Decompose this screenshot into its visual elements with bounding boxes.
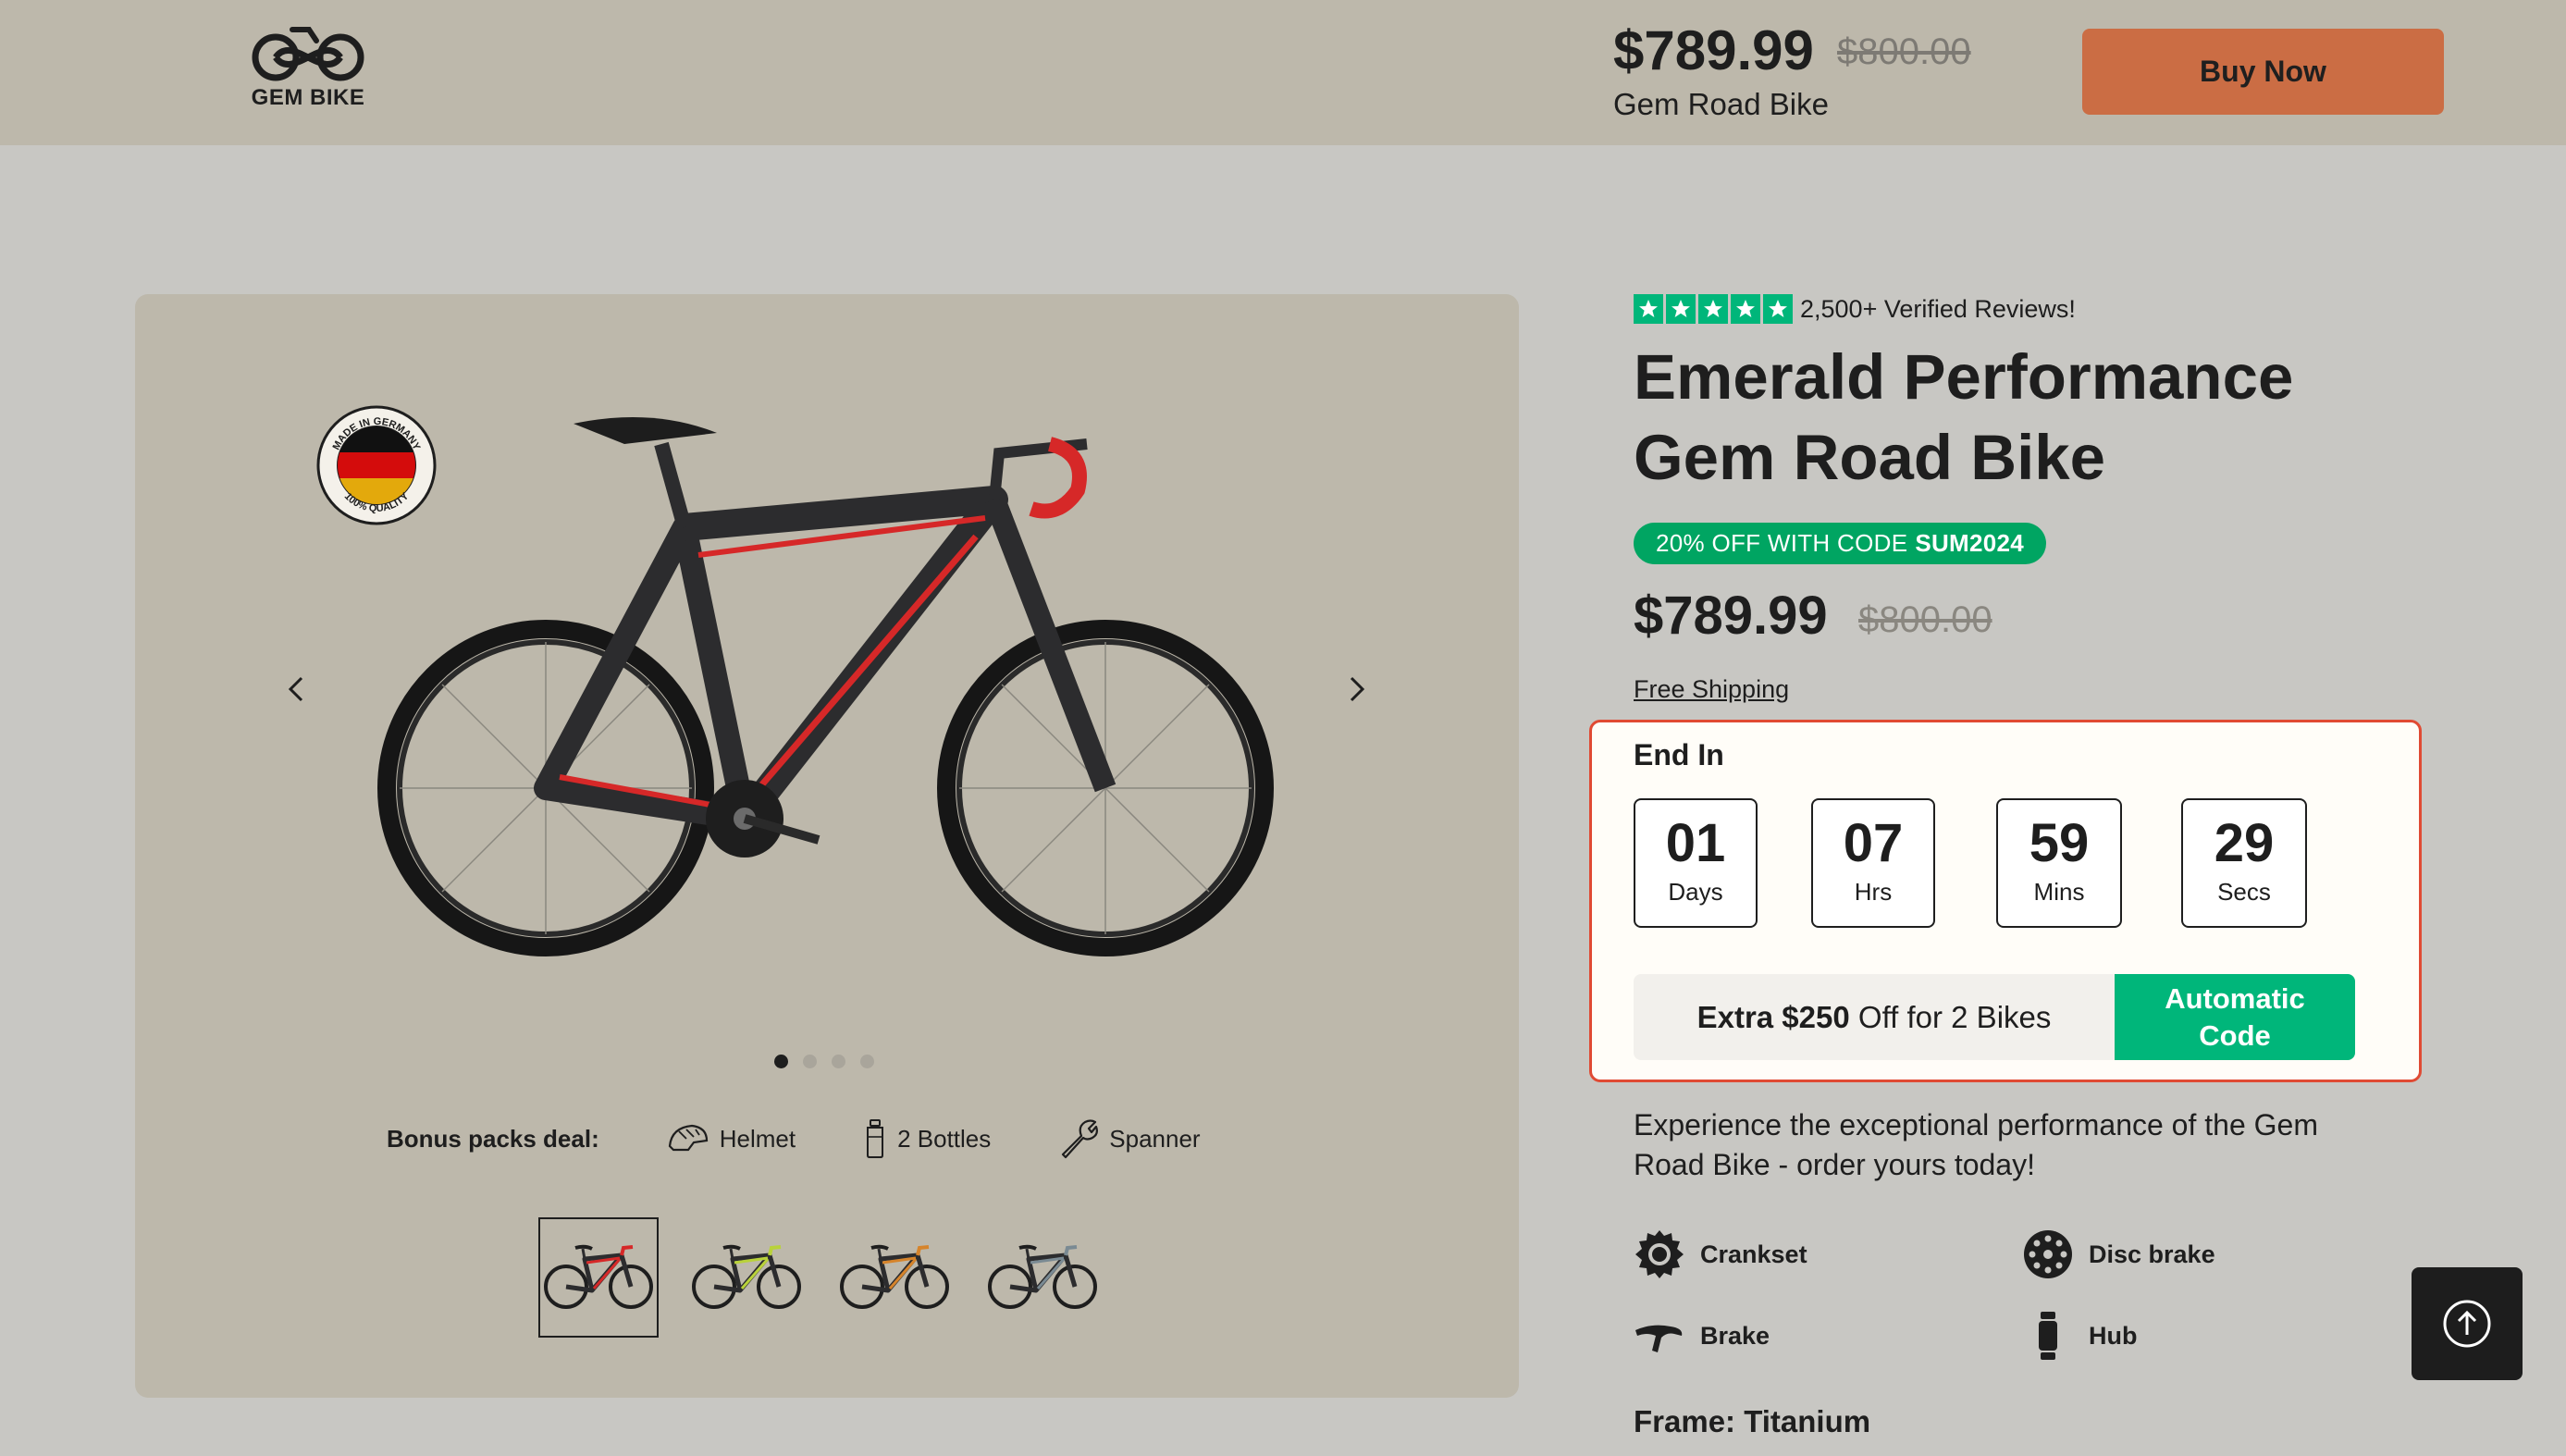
bike-infinity-logo-icon (252, 27, 364, 81)
countdown-secs: 29 Secs (2181, 798, 2307, 928)
countdown-label: End In (1634, 738, 1724, 771)
buy-now-button[interactable]: Buy Now (2082, 29, 2444, 115)
logo-text: GEM BIKE (251, 85, 365, 110)
countdown-unit: Hrs (1854, 878, 1893, 906)
feature-label: Disc brake (2089, 1240, 2215, 1268)
thumbnail[interactable] (538, 1217, 659, 1338)
arrow-up-circle-icon (2443, 1300, 2491, 1348)
slide-dot[interactable] (803, 1055, 817, 1068)
spanner-icon (1062, 1119, 1099, 1159)
reviews-text: 2,500+ Verified Reviews! (1800, 294, 2076, 323)
star-icon (1731, 294, 1760, 324)
bike-thumbnail-image (692, 1244, 801, 1309)
free-shipping-link[interactable]: Free Shipping (1634, 675, 1789, 704)
crankset-icon (1635, 1230, 1684, 1278)
brand-logo[interactable]: GEM BIKE (248, 24, 368, 117)
frame-spec: Frame: Titanium (1634, 1404, 1871, 1438)
thumbnail[interactable] (686, 1217, 807, 1338)
promo-text: 20% OFF WITH CODE (1656, 529, 1908, 557)
sticky-header: GEM BIKE $789.99 $800.00 Gem Road Bike B… (0, 0, 2566, 145)
star-icon (1763, 294, 1793, 324)
slide-indicator (774, 1055, 874, 1068)
star-icon (1666, 294, 1696, 324)
thumbnail[interactable] (834, 1217, 955, 1338)
bonus-item-label: 2 Bottles (897, 1124, 992, 1153)
brake-lever-icon (1635, 1325, 1683, 1352)
header-old-price: $800.00 (1837, 31, 1971, 72)
chevron-right-icon (1350, 676, 1365, 702)
scroll-to-top-button[interactable] (2412, 1267, 2523, 1380)
countdown-unit: Days (1668, 878, 1723, 906)
bonus-item-bottles: 2 Bottles (862, 1118, 991, 1159)
deal-bold: Extra $250 (1696, 999, 1850, 1034)
chevron-left-icon (288, 676, 303, 702)
rating-row[interactable]: 2,500+ Verified Reviews! (1634, 294, 2076, 324)
product-price: $789.99 (1634, 586, 1828, 646)
bike-product-image (377, 416, 1274, 956)
product-title-line: Emerald Performance (1634, 341, 2294, 413)
promo-code: SUM2024 (1915, 529, 2025, 557)
bottle-icon (867, 1119, 884, 1158)
bonus-packs: Bonus packs deal: Helmet 2 Bottles Spann… (387, 1117, 1267, 1160)
feature-label: Brake (1700, 1321, 1770, 1350)
feature-label: Hub (2089, 1321, 2138, 1350)
feature-brake: Brake (1634, 1310, 1770, 1362)
deal-rest: Off for 2 Bikes (1857, 999, 2052, 1034)
feature-hub: Hub (2022, 1310, 2137, 1362)
countdown-value: 29 (2214, 813, 2275, 873)
countdown-value: 07 (1843, 813, 1904, 873)
slide-dot[interactable] (832, 1055, 845, 1068)
next-slide-button[interactable] (1343, 671, 1371, 708)
feature-label: Crankset (1700, 1240, 1807, 1268)
disc-brake-icon (2024, 1230, 2072, 1278)
thumbnail[interactable] (982, 1217, 1103, 1338)
header-product-name: Gem Road Bike (1613, 87, 1829, 121)
slide-dot[interactable] (774, 1055, 788, 1068)
product-old-price: $800.00 (1858, 599, 1992, 640)
promo-badge: 20% OFF WITH CODE SUM2024 (1634, 523, 2047, 564)
countdown-unit: Secs (2217, 878, 2271, 906)
bonus-item-label: Spanner (1109, 1124, 1201, 1153)
auto-code-line: Code (2199, 1018, 2271, 1052)
countdown-unit: Mins (2033, 878, 2085, 906)
product-title: Emerald Performance Gem Road Bike (1634, 337, 2466, 498)
feature-crankset: Crankset (1634, 1228, 1807, 1280)
header-price: $789.99 (1613, 19, 1814, 81)
bonus-item-label: Helmet (719, 1124, 796, 1153)
product-description: Experience the exceptional performance o… (1634, 1108, 2318, 1181)
thumbnail-strip (538, 1217, 1103, 1338)
product-title-line: Gem Road Bike (1634, 422, 2105, 493)
helmet-icon (668, 1124, 708, 1152)
feature-disc-brake: Disc brake (2022, 1228, 2215, 1280)
rating-stars (1634, 294, 1793, 324)
bonus-item-helmet: Helmet (666, 1122, 796, 1155)
countdown-mins: 59 Mins (1996, 798, 2122, 928)
slide-dot[interactable] (860, 1055, 874, 1068)
auto-code-line: Automatic (2165, 981, 2305, 1015)
countdown-value: 59 (2029, 813, 2090, 873)
hub-icon (2039, 1312, 2057, 1360)
countdown-value: 01 (1665, 813, 1726, 873)
countdown-days: 01 Days (1634, 798, 1758, 928)
automatic-code-button[interactable]: Automatic Code (2115, 974, 2355, 1060)
bonus-item-spanner: Spanner (1057, 1117, 1201, 1160)
bundle-deal-text: Extra $250 Off for 2 Bikes (1634, 974, 2115, 1060)
countdown-hours: 07 Hrs (1811, 798, 1935, 928)
bike-thumbnail-image (988, 1244, 1097, 1309)
bike-thumbnail-image (544, 1244, 653, 1309)
star-icon (1698, 294, 1728, 324)
prev-slide-button[interactable] (282, 671, 310, 708)
bike-thumbnail-image (840, 1244, 949, 1309)
bonus-label: Bonus packs deal: (387, 1124, 599, 1153)
star-icon (1634, 294, 1663, 324)
